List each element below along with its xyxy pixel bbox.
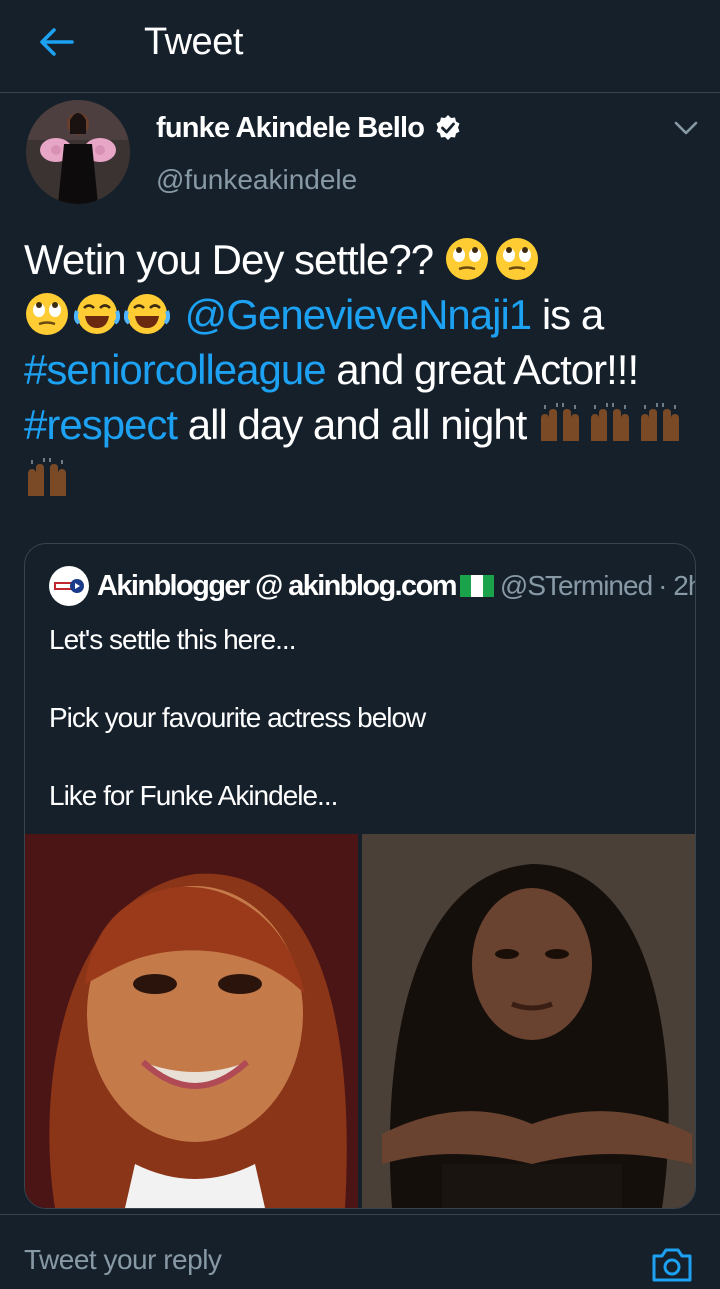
back-button[interactable] [32, 18, 80, 66]
raised-hands-icon [28, 458, 66, 496]
tweet-text-part: is a [531, 291, 604, 338]
tweet-text-part: and great Actor!!! [325, 346, 639, 393]
quoted-timestamp: · 2h [658, 570, 695, 601]
tweet-text-part: Wetin you Dey settle?? [24, 236, 444, 283]
page-title: Tweet [144, 21, 243, 63]
verified-badge-icon [436, 115, 460, 140]
quoted-text-line: Like for Funke Akindele... [49, 780, 338, 811]
laughing-icon [74, 294, 120, 334]
author-name-label: funke Akindele Bello [156, 112, 425, 144]
laughing-icon [124, 294, 170, 334]
raised-hands-icon [541, 403, 580, 441]
quoted-media [25, 834, 695, 1208]
quoted-text-line: Pick your favourite actress below [49, 702, 426, 733]
camera-icon [652, 1248, 692, 1282]
quoted-author-avatar [49, 566, 89, 606]
arrow-left-icon [40, 28, 74, 56]
photo-right[interactable] [362, 834, 695, 1208]
mention-link[interactable]: @GenevieveNnaji1 [185, 291, 532, 338]
quoted-tweet[interactable]: Akinblogger @ akinblog.com @STermined · … [24, 543, 696, 1209]
author-avatar[interactable] [26, 100, 130, 204]
tweet-text-part: all day and all night [177, 401, 538, 448]
tweet-menu-button[interactable] [670, 112, 702, 144]
hashtag-link[interactable]: #seniorcolleague [24, 346, 327, 393]
raised-hands-icon [641, 403, 680, 441]
hashtag-link[interactable]: #respect [24, 401, 178, 448]
photo-left[interactable] [25, 834, 358, 1208]
author-handle[interactable]: @funkeakindele [156, 160, 357, 200]
reply-input[interactable]: Tweet your reply [24, 1244, 222, 1276]
eye-roll-icon [495, 238, 538, 280]
quoted-tweet-header: Akinblogger @ akinblog.com @STermined · … [49, 566, 695, 606]
nigeria-flag-icon [459, 575, 494, 597]
chevron-down-icon [674, 121, 698, 135]
quoted-author-handle: @STermined [499, 570, 653, 601]
camera-button[interactable] [650, 1244, 694, 1284]
eye-roll-icon [26, 293, 68, 335]
eye-roll-icon [445, 238, 488, 280]
quoted-author-name: Akinblogger @ akinblog.com [97, 569, 457, 602]
raised-hands-icon [591, 403, 630, 441]
top-bar: Tweet [0, 0, 720, 93]
author-name[interactable]: funke Akindele Bello [156, 108, 462, 148]
tweet-text: Wetin you Dey settle?? @GenevieveNnaji1 … [24, 232, 700, 507]
quoted-text-line: Let's settle this here... [49, 624, 296, 655]
